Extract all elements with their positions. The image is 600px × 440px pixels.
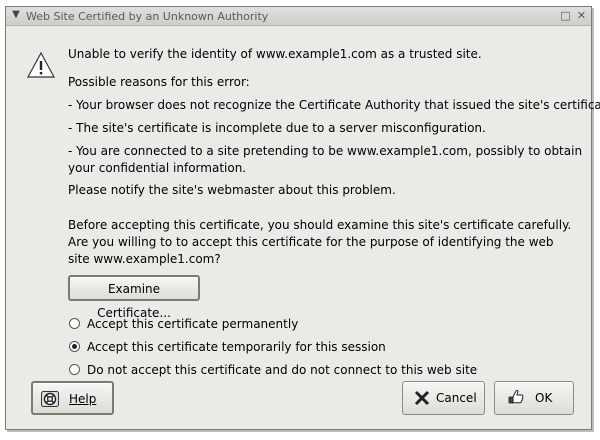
window-title: Web Site Certified by an Unknown Authori… <box>26 10 269 23</box>
maximize-icon[interactable]: □ <box>559 9 572 22</box>
option-label[interactable]: Accept this certificate temporarily for … <box>87 339 386 355</box>
radio-button[interactable] <box>69 318 80 329</box>
cancel-x-icon <box>414 390 430 406</box>
examine-certificate-button[interactable]: Examine Certificate... <box>68 275 200 320</box>
reason-item: - You are connected to a site pretending… <box>68 144 583 175</box>
help-lifebuoy-icon <box>41 391 59 407</box>
help-label: Help <box>69 392 97 406</box>
ok-label: OK <box>535 391 553 405</box>
help-button[interactable]: Help <box>31 381 114 415</box>
reasons-heading: Possible reasons for this error: <box>68 75 250 89</box>
option-label[interactable]: Accept this certificate permanently <box>87 316 298 332</box>
before-accepting-text: Before accepting this certificate, you s… <box>68 218 572 266</box>
close-icon[interactable]: ✕ <box>575 9 588 22</box>
radio-button-selected[interactable] <box>69 341 80 352</box>
headline-text: Unable to verify the identity of www.exa… <box>68 47 482 61</box>
certificate-dialog: ▼ Web Site Certified by an Unknown Autho… <box>5 6 600 430</box>
cancel-label: Cancel <box>436 391 477 405</box>
reason-item: - The site's certificate is incomplete d… <box>68 121 486 135</box>
window-menu-icon[interactable]: ▼ <box>10 9 22 21</box>
title-bar[interactable]: ▼ Web Site Certified by an Unknown Autho… <box>6 7 591 26</box>
warning-icon <box>26 51 56 78</box>
ok-hand-icon <box>508 389 524 404</box>
ok-button[interactable]: OK <box>494 381 574 415</box>
option-label[interactable]: Do not accept this certificate and do no… <box>87 362 477 378</box>
notify-text: Please notify the site's webmaster about… <box>68 183 396 197</box>
radio-button[interactable] <box>69 364 80 375</box>
cancel-button[interactable]: Cancel <box>402 381 485 415</box>
reason-item: - Your browser does not recognize the Ce… <box>68 98 600 112</box>
